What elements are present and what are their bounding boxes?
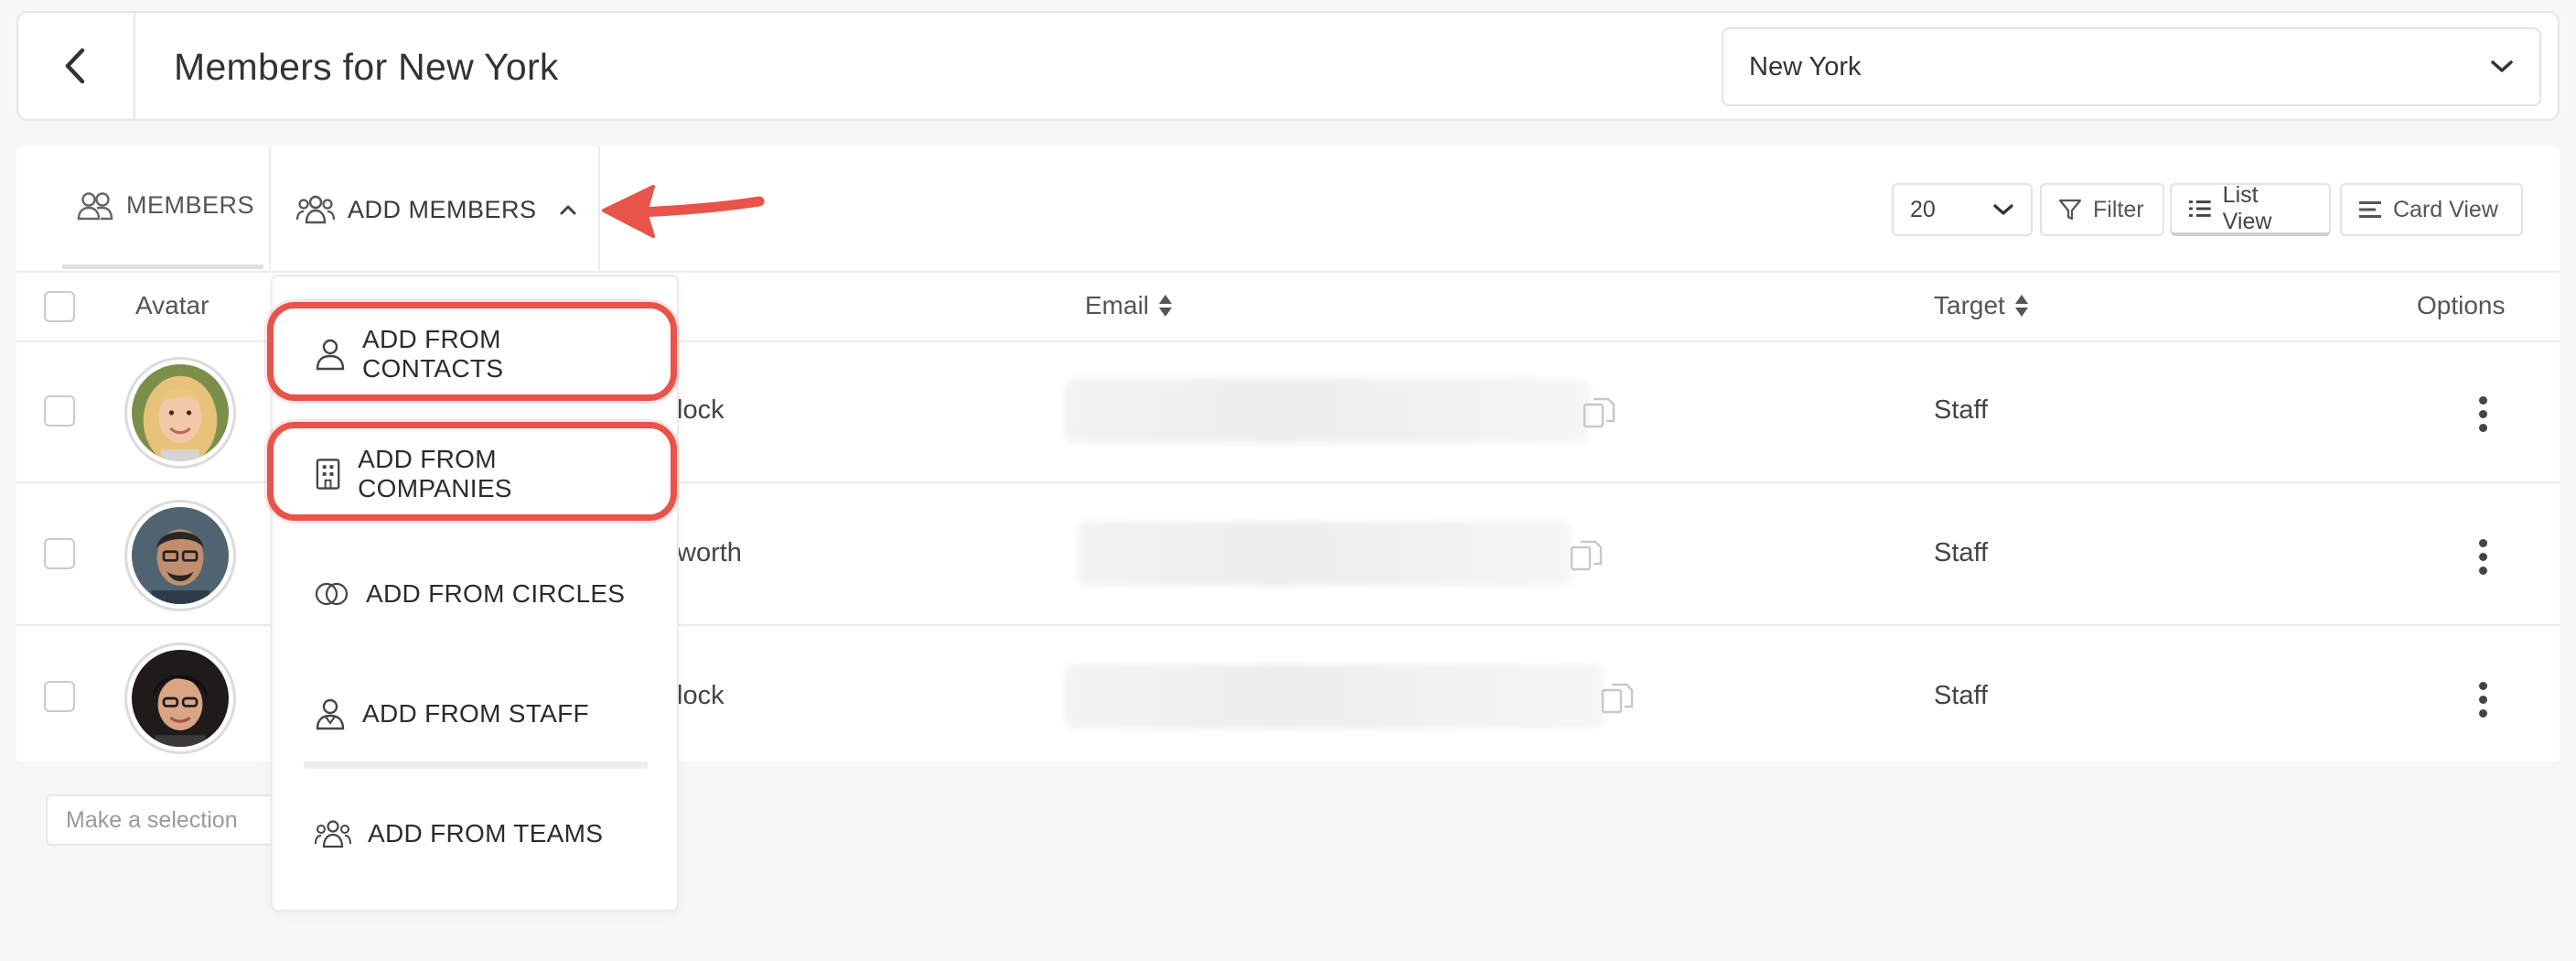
- city-select-value: New York: [1749, 51, 1862, 81]
- member-name: lock: [677, 681, 724, 710]
- member-target: Staff: [1934, 395, 1989, 425]
- list-icon: [2188, 200, 2211, 217]
- circles-icon: [315, 582, 349, 606]
- team-icon: [315, 820, 351, 848]
- card-view-button[interactable]: Card View: [2340, 183, 2523, 236]
- building-icon: [316, 459, 340, 490]
- member-name: worth: [677, 538, 742, 567]
- menu-item-add-from-staff[interactable]: ADD FROM STAFF: [306, 682, 649, 746]
- page-size-select[interactable]: 20: [1892, 183, 2033, 236]
- menu-item-add-from-contacts[interactable]: ADD FROM CONTACTS: [306, 322, 649, 386]
- users-icon: [77, 191, 113, 220]
- avatar-image: [132, 507, 229, 604]
- sort-icon: [2014, 295, 2028, 317]
- copy-icon[interactable]: [1583, 395, 1615, 430]
- list-view-button[interactable]: List View: [2170, 182, 2331, 236]
- avatar-image: [132, 650, 229, 747]
- add-users-icon: [296, 195, 335, 224]
- member-email: [1078, 522, 1572, 586]
- filter-label: Filter: [2093, 196, 2144, 222]
- menu-item-label: ADD FROM CONTACTS: [361, 325, 504, 383]
- menu-item-label: ADD FROM STAFF: [362, 699, 589, 728]
- menu-item-label: ADD FROM CIRCLES: [366, 579, 626, 608]
- row-options-icon[interactable]: [2464, 672, 2501, 727]
- chevron-left-icon: [65, 48, 85, 84]
- copy-icon[interactable]: [1570, 538, 1603, 573]
- column-header-options-label: Options: [2417, 291, 2506, 319]
- member-name: lock: [677, 395, 724, 425]
- row-checkbox[interactable]: [44, 681, 75, 712]
- avatar: [124, 357, 236, 469]
- back-button[interactable]: [18, 13, 135, 119]
- person-icon: [316, 339, 345, 371]
- page-header: Members for New York New York: [16, 11, 2560, 121]
- select-all-checkbox[interactable]: [44, 291, 75, 322]
- filter-button[interactable]: Filter: [2040, 183, 2164, 236]
- page-size-value: 20: [1910, 196, 1936, 222]
- member-email: [1065, 379, 1590, 443]
- column-header-avatar: Avatar: [135, 291, 209, 320]
- avatar: [124, 500, 236, 611]
- row-checkbox[interactable]: [44, 538, 75, 569]
- filter-icon: [2058, 199, 2082, 221]
- column-header-options: Options: [2417, 291, 2506, 320]
- row-checkbox[interactable]: [44, 395, 75, 427]
- tab-add-members-label: ADD MEMBERS: [348, 195, 537, 223]
- card-view-icon: [2359, 201, 2381, 218]
- column-header-email-label: Email: [1085, 291, 1150, 319]
- bulk-action-placeholder: Make a selection: [66, 806, 238, 833]
- avatar-photo-woman-glasses: [132, 650, 229, 747]
- bulk-action-select[interactable]: Make a selection: [46, 794, 274, 846]
- chevron-up-icon: [560, 205, 576, 215]
- avatar-photo-blonde-woman: [132, 364, 229, 461]
- staff-icon: [316, 698, 345, 730]
- menu-item-add-from-companies[interactable]: ADD FROM COMPANIES: [306, 442, 649, 506]
- city-select[interactable]: New York: [1722, 27, 2541, 106]
- copy-icon[interactable]: [1601, 681, 1634, 716]
- avatar: [124, 642, 236, 754]
- column-header-target-label: Target: [1934, 291, 2005, 319]
- sort-icon: [1159, 295, 1173, 317]
- tab-members-label: MEMBERS: [126, 191, 255, 219]
- column-header-email[interactable]: Email: [1085, 291, 1173, 320]
- member-email: [1065, 664, 1605, 729]
- avatar-photo-man-glasses: [132, 507, 229, 604]
- chevron-down-icon: [2491, 60, 2513, 72]
- menu-item-label: ADD FROM TEAMS: [368, 819, 604, 848]
- card-view-label: Card View: [2393, 196, 2498, 222]
- app-root: Members for New York New York MEMBERS AD…: [0, 0, 2576, 961]
- list-view-label: List View: [2222, 182, 2272, 234]
- menu-divider: [304, 761, 648, 769]
- tab-members[interactable]: MEMBERS: [62, 146, 263, 269]
- row-options-icon[interactable]: [2464, 386, 2501, 441]
- tab-bar: MEMBERS ADD MEMBERS 20 Filter List View …: [16, 146, 2560, 273]
- member-target: Staff: [1934, 681, 1989, 710]
- menu-item-add-from-circles[interactable]: ADD FROM CIRCLES: [306, 562, 649, 626]
- add-members-dropdown: ADD FROM CONTACTS ADD FROM COMPANIES ADD…: [271, 275, 679, 912]
- member-target: Staff: [1934, 538, 1989, 567]
- column-header-avatar-label: Avatar: [135, 291, 209, 319]
- menu-item-label: ADD FROM COMPANIES: [358, 445, 512, 502]
- tab-add-members[interactable]: ADD MEMBERS: [269, 146, 600, 273]
- avatar-image: [132, 364, 229, 461]
- column-header-target[interactable]: Target: [1934, 291, 2029, 320]
- menu-item-add-from-teams[interactable]: ADD FROM TEAMS: [306, 802, 649, 866]
- row-options-icon[interactable]: [2464, 529, 2501, 584]
- chevron-down-icon: [1993, 204, 2013, 215]
- page-title: Members for New York: [174, 46, 559, 88]
